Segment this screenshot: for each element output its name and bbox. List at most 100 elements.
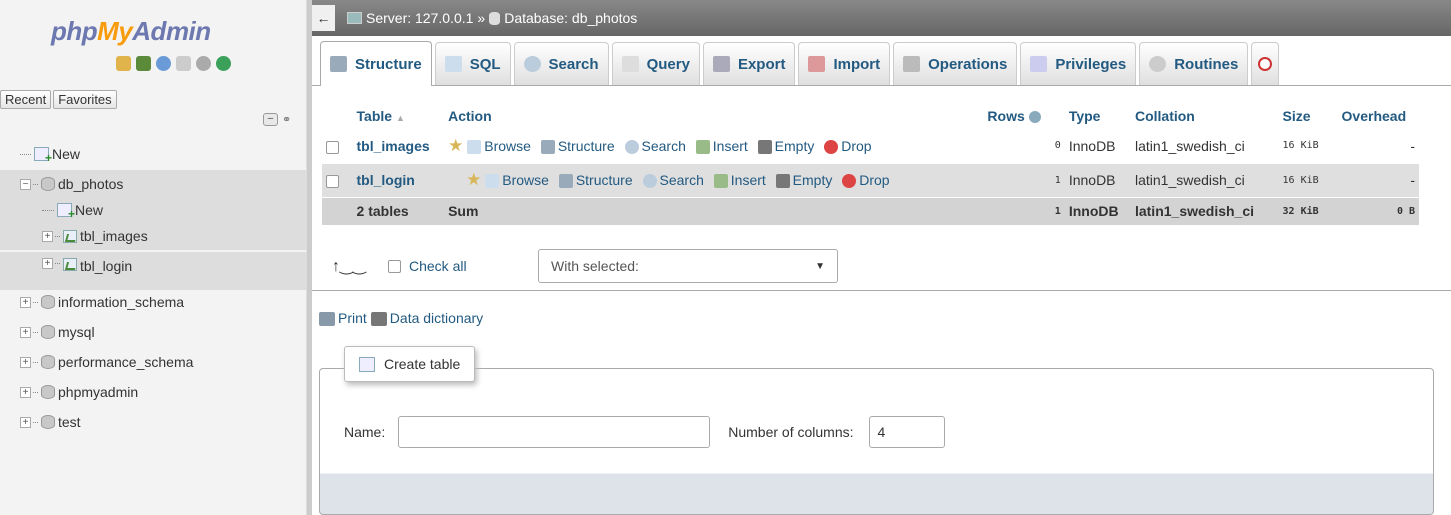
insert-action[interactable]: Insert	[713, 172, 766, 189]
tab-routines[interactable]: Routines	[1139, 42, 1249, 85]
tab-import[interactable]: Import	[798, 42, 891, 85]
summary-name: 2 tables	[352, 197, 445, 225]
browse-action[interactable]: Browse	[485, 172, 549, 189]
row-name-cell: tbl_images	[352, 129, 445, 164]
docs-icon[interactable]	[176, 56, 191, 71]
help-icon[interactable]	[1028, 111, 1041, 124]
expand-icon[interactable]: +	[20, 386, 31, 398]
insert-action[interactable]: Insert	[695, 138, 748, 155]
breadcrumb-server[interactable]: Server: 127.0.0.1	[366, 10, 473, 26]
data-dictionary-link[interactable]: Data dictionary	[370, 310, 484, 327]
table-name-input[interactable]	[398, 416, 711, 448]
expand-icon[interactable]: +	[20, 416, 31, 428]
check-all[interactable]: Check all	[388, 258, 538, 274]
expand-icon[interactable]: +	[20, 296, 31, 308]
create-table-icon	[359, 356, 375, 372]
tab-operations[interactable]: Operations	[893, 42, 1018, 85]
star-icon[interactable]: ★	[466, 170, 481, 189]
navigation-panel: phpMyAdmin Recent Favorites − ⚭ New − db…	[0, 0, 306, 515]
browse-action[interactable]: Browse	[467, 137, 531, 155]
tree-item-new[interactable]: New	[0, 140, 306, 168]
collapse-icon[interactable]: −	[20, 178, 31, 190]
star-icon[interactable]: ★	[448, 136, 463, 155]
expand-icon[interactable]: +	[42, 258, 53, 269]
action-label: Drop	[841, 137, 872, 154]
structure-action[interactable]: Structure	[558, 172, 633, 189]
tab-events[interactable]	[1251, 42, 1280, 85]
tree-label: New	[75, 202, 104, 218]
tab-search[interactable]: Search	[513, 42, 609, 85]
tab-label: Export	[737, 55, 786, 73]
action-label: Browse	[484, 137, 531, 154]
tree-item-db_photos-new[interactable]: New	[0, 198, 306, 222]
with-selected-select[interactable]: With selected: ▼	[538, 249, 838, 283]
exit-icon[interactable]	[136, 56, 151, 71]
expand-icon[interactable]: +	[20, 356, 31, 368]
empty-icon	[775, 174, 790, 189]
header-overhead[interactable]: Overhead	[1337, 103, 1419, 129]
empty-action[interactable]: Empty	[757, 138, 814, 155]
tree-item-performance_schema[interactable]: + performance_schema	[0, 348, 306, 376]
header-type[interactable]: Type	[1064, 103, 1131, 129]
back-arrow-icon[interactable]: ←	[312, 5, 335, 31]
name-label: Name:	[344, 424, 386, 440]
favorites-button[interactable]: Favorites	[53, 90, 117, 109]
tables-list: Table ▲ Action Rows Type Collation Size …	[322, 103, 1419, 225]
drop-action[interactable]: Drop	[842, 172, 890, 189]
header-collation[interactable]: Collation	[1130, 103, 1279, 129]
empty-action[interactable]: Empty	[775, 172, 832, 189]
tree-label: information_schema	[58, 294, 185, 310]
tab-sql[interactable]: SQL	[434, 42, 511, 85]
logo[interactable]: phpMyAdmin	[51, 17, 211, 45]
tree-item-db_photos[interactable]: − db_photos	[0, 170, 306, 198]
check-all-checkbox[interactable]	[388, 259, 401, 273]
tree-label: tbl_login	[80, 258, 133, 274]
breadcrumb-database[interactable]: Database: db_photos	[504, 10, 637, 26]
tab-export[interactable]: Export	[702, 42, 796, 85]
number-of-columns-input[interactable]: 4	[868, 416, 945, 448]
database-icon	[41, 325, 55, 339]
drop-action[interactable]: Drop	[824, 137, 872, 155]
print-link[interactable]: Print	[319, 310, 367, 327]
tree-item-tbl_images[interactable]: + tbl_images	[0, 222, 306, 250]
database-icon	[41, 177, 55, 191]
expand-icon[interactable]: +	[42, 230, 53, 242]
tab-privileges[interactable]: Privileges	[1020, 42, 1137, 85]
table-name-link[interactable]: tbl_images	[357, 138, 430, 154]
search-action[interactable]: Search	[624, 137, 686, 155]
tree-item-mysql[interactable]: + mysql	[0, 318, 306, 346]
header-table[interactable]: Table ▲	[352, 103, 445, 129]
table-name-link[interactable]: tbl_login	[357, 172, 415, 188]
header-size[interactable]: Size	[1278, 103, 1338, 129]
tree-item-phpmyadmin[interactable]: + phpmyadmin	[0, 378, 306, 406]
tab-label: SQL	[469, 55, 501, 73]
row-size[interactable]: 16 KiB	[1278, 129, 1338, 164]
table-row: tbl_images ★ Browse Structure Search Ins…	[322, 129, 1419, 164]
header-rows[interactable]: Rows	[983, 103, 1065, 129]
tree-item-test[interactable]: + test	[0, 408, 306, 436]
check-all-label[interactable]: Check all	[409, 258, 467, 274]
query-icon	[621, 56, 639, 72]
nav-icons	[116, 56, 231, 72]
help-icon[interactable]	[156, 56, 171, 71]
expand-icon[interactable]: +	[20, 326, 31, 338]
action-label: Search	[641, 137, 686, 154]
collapse-all-icon[interactable]: −	[263, 113, 278, 126]
reload-icon[interactable]	[216, 56, 231, 71]
recent-button[interactable]: Recent	[0, 90, 52, 109]
tree-item-information_schema[interactable]: + information_schema	[0, 288, 306, 316]
search-action[interactable]: Search	[642, 172, 704, 189]
gear-icon[interactable]	[196, 56, 211, 71]
tab-query[interactable]: Query	[611, 42, 700, 85]
row-checkbox[interactable]	[326, 174, 339, 188]
home-icon[interactable]	[116, 56, 131, 71]
tree-item-tbl_login[interactable]: + tbl_login	[0, 252, 306, 290]
row-select-cell	[322, 129, 353, 164]
row-size[interactable]: 16 KiB	[1278, 163, 1338, 198]
structure-action[interactable]: Structure	[540, 138, 615, 155]
data-dictionary-label: Data dictionary	[389, 310, 484, 326]
tab-structure[interactable]: Structure	[320, 41, 432, 86]
chevron-down-icon: ▼	[815, 260, 825, 272]
row-checkbox[interactable]	[326, 140, 339, 154]
link-icon[interactable]: ⚭	[282, 113, 291, 126]
